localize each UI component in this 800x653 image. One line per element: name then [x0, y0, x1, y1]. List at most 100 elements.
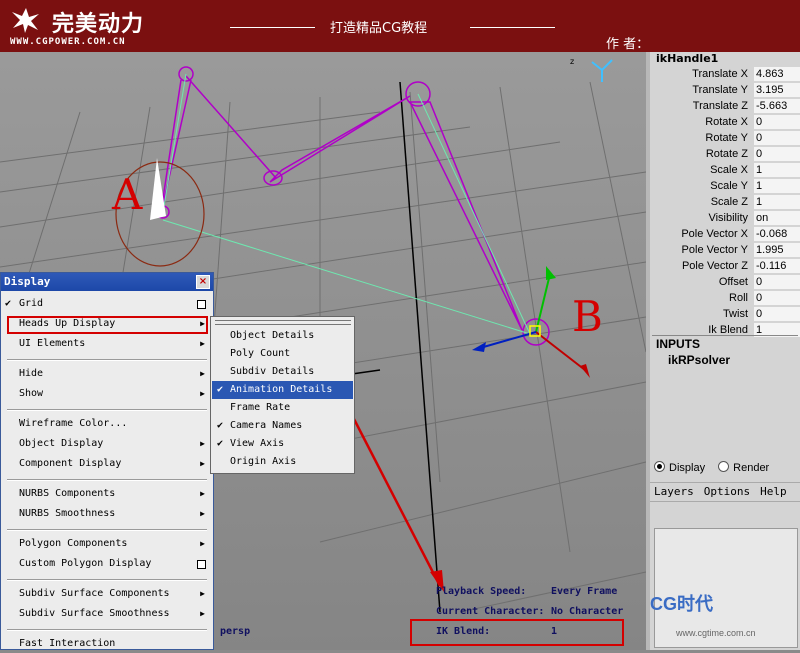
menu-item-object-display[interactable]: Object Display ▶ — [1, 435, 213, 453]
menu-item-label: Fast Interaction — [19, 638, 116, 649]
display-menu-title: Display — [4, 275, 51, 288]
submenu-item-origin-axis[interactable]: Origin Axis — [212, 453, 353, 471]
submenu-item-label: Poly Count — [230, 348, 291, 359]
selected-object-name[interactable]: ikHandle1 — [656, 52, 718, 65]
channel-value-field[interactable]: 1 — [754, 195, 800, 209]
option-box-icon[interactable] — [197, 300, 206, 309]
channel-row[interactable]: Scale Y 1 — [650, 178, 800, 194]
display-radio[interactable]: Display — [654, 461, 705, 474]
inputs-header: INPUTS — [656, 337, 701, 351]
menu-separator — [7, 359, 207, 361]
menu-item-wireframe-color[interactable]: Wireframe Color... — [1, 415, 213, 433]
channel-row[interactable]: Translate X 4.863 — [650, 66, 800, 82]
submenu-item-label: Origin Axis — [230, 456, 297, 467]
menu-item-hide[interactable]: Hide ▶ — [1, 365, 213, 383]
channel-row[interactable]: Scale Z 1 — [650, 194, 800, 210]
menu-item-fast-interaction[interactable]: Fast Interaction — [1, 635, 213, 653]
channel-row[interactable]: Offset 0 — [650, 274, 800, 290]
channel-value-field[interactable]: 4.863 — [754, 67, 800, 81]
channel-value-field[interactable]: 1 — [754, 163, 800, 177]
channel-name: Visibility — [708, 212, 748, 224]
menu-item-polygon-components[interactable]: Polygon Components ▶ — [1, 535, 213, 553]
channel-row[interactable]: Pole Vector Z -0.116 — [650, 258, 800, 274]
menu-item-custom-polygon-display[interactable]: Custom Polygon Display — [1, 555, 213, 573]
channel-row[interactable]: Scale X 1 — [650, 162, 800, 178]
channel-value-field[interactable]: on — [754, 211, 800, 225]
layer-type-radio-group: Display Render — [654, 460, 800, 478]
render-radio[interactable]: Render — [718, 461, 769, 474]
submenu-item-poly-count[interactable]: Poly Count — [212, 345, 353, 363]
menu-item-label: NURBS Components — [19, 488, 116, 499]
watermark-text: CG时代 — [650, 594, 713, 614]
option-box-icon[interactable] — [197, 560, 206, 569]
channel-value-field[interactable]: 0 — [754, 291, 800, 305]
channel-value-field[interactable]: 1 — [754, 179, 800, 193]
submenu-arrow-icon: ▶ — [200, 369, 205, 378]
submenu-item-camera-names[interactable]: ✔ Camera Names — [212, 417, 353, 435]
submenu-item-subdiv-details[interactable]: Subdiv Details — [212, 363, 353, 381]
channel-row[interactable]: Visibility on — [650, 210, 800, 226]
close-icon[interactable]: × — [196, 275, 210, 289]
channel-name: Rotate Z — [705, 148, 748, 160]
channel-row[interactable]: Rotate X 0 — [650, 114, 800, 130]
heads-up-highlight-box — [7, 316, 208, 334]
channel-value-field[interactable]: 0 — [754, 307, 800, 321]
channel-row[interactable]: Rotate Y 0 — [650, 130, 800, 146]
channel-value-field[interactable]: 3.195 — [754, 83, 800, 97]
channel-row[interactable]: Translate Y 3.195 — [650, 82, 800, 98]
menu-item-show[interactable]: Show ▶ — [1, 385, 213, 403]
menu-item-component-display[interactable]: Component Display ▶ — [1, 455, 213, 473]
menu-item-ui-elements[interactable]: UI Elements ▶ — [1, 335, 213, 353]
menu-item-subdiv-surface-components[interactable]: Subdiv Surface Components ▶ — [1, 585, 213, 603]
submenu-arrow-icon: ▶ — [200, 539, 205, 548]
channel-name: Roll — [729, 292, 748, 304]
menu-options[interactable]: Options — [704, 485, 750, 498]
channel-row[interactable]: Twist 0 — [650, 306, 800, 322]
logo-url: WWW.CGPOWER.COM.CN — [10, 37, 126, 47]
channel-row[interactable]: Roll 0 — [650, 290, 800, 306]
submenu-item-object-details[interactable]: Object Details — [212, 327, 353, 345]
submenu-item-frame-rate[interactable]: Frame Rate — [212, 399, 353, 417]
menu-layers[interactable]: Layers — [654, 485, 694, 498]
submenu-item-view-axis[interactable]: ✔ View Axis — [212, 435, 353, 453]
channel-value-field[interactable]: 0 — [754, 275, 800, 289]
display-menu-title-bar[interactable]: Display × — [1, 273, 213, 291]
hud-playback-speed-label: Playback Speed: — [436, 586, 527, 597]
menu-item-subdiv-surface-smoothness[interactable]: Subdiv Surface Smoothness ▶ — [1, 605, 213, 623]
svg-text:z: z — [570, 57, 574, 66]
menu-item-label: Subdiv Surface Smoothness — [19, 608, 170, 619]
submenu-item-animation-details[interactable]: ✔ Animation Details — [212, 381, 353, 399]
channel-row[interactable]: Translate Z -5.663 — [650, 98, 800, 114]
channel-row[interactable]: Pole Vector Y 1.995 — [650, 242, 800, 258]
channel-value-field[interactable]: 1.995 — [754, 243, 800, 257]
banner-divider — [230, 27, 315, 28]
channel-value-field[interactable]: 0 — [754, 131, 800, 145]
layer-editor: Display Render Layers Options Help — [646, 452, 800, 650]
menu-item-label: Hide — [19, 368, 44, 379]
menu-item-grid[interactable]: ✔ Grid — [1, 295, 213, 313]
tearoff-handle[interactable] — [215, 320, 351, 325]
ik-solver-node[interactable]: ikRPsolver — [668, 353, 730, 367]
menu-item-nurbs-components[interactable]: NURBS Components ▶ — [1, 485, 213, 503]
channel-row[interactable]: Rotate Z 0 — [650, 146, 800, 162]
channel-name: Rotate X — [705, 116, 748, 128]
camera-name-label: persp — [220, 626, 251, 637]
menu-item-label: Object Display — [19, 438, 104, 449]
channel-value-field[interactable]: -5.663 — [754, 99, 800, 113]
submenu-item-label: Animation Details — [230, 384, 333, 395]
submenu-arrow-icon: ▶ — [200, 439, 205, 448]
channel-value-field[interactable]: 0 — [754, 147, 800, 161]
ik-blend-highlight-box — [410, 619, 624, 646]
menu-item-label: Polygon Components — [19, 538, 128, 549]
channel-value-field[interactable]: -0.116 — [754, 259, 800, 273]
menu-item-label: Component Display — [19, 458, 122, 469]
checkmark-icon: ✔ — [217, 438, 224, 449]
channel-value-field[interactable]: -0.068 — [754, 227, 800, 241]
channel-value-field[interactable]: 0 — [754, 115, 800, 129]
menu-help[interactable]: Help — [760, 485, 787, 498]
channel-name: Rotate Y — [705, 132, 748, 144]
channel-name: Offset — [718, 276, 748, 288]
channel-row[interactable]: Pole Vector X -0.068 — [650, 226, 800, 242]
menu-item-nurbs-smoothness[interactable]: NURBS Smoothness ▶ — [1, 505, 213, 523]
submenu-item-label: Subdiv Details — [230, 366, 315, 377]
